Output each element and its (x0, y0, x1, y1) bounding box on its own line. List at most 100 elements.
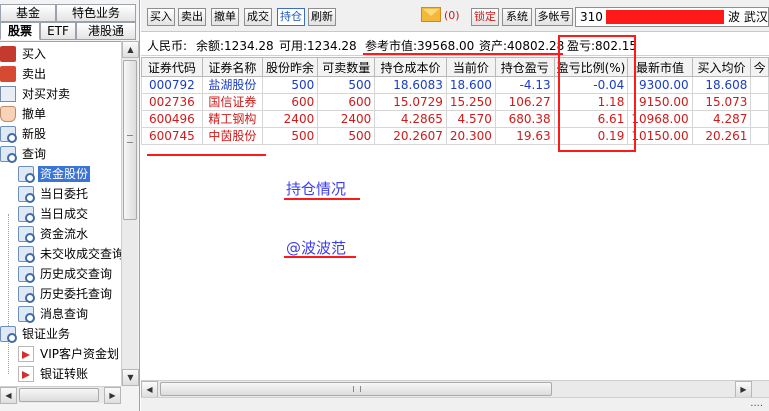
cell-name: 中茵股份 (201, 127, 263, 145)
cell-price: 4.570 (445, 110, 496, 128)
currency-label: 人民币: (147, 39, 188, 53)
tree-item-label: 新股 (22, 127, 47, 141)
column-header[interactable]: 持仓盈亏 (494, 57, 555, 77)
cell-price: 15.250 (445, 93, 496, 111)
cell-avg-buy: 15.073 (691, 93, 752, 111)
tab-special-business[interactable]: 特色业务 (56, 4, 136, 22)
cell-extra (750, 93, 769, 111)
cell-sellable: 500 (317, 76, 376, 94)
table-horizontal-scrollbar[interactable]: ◀ ▶ (141, 380, 769, 398)
cell-market: 9300.00 (627, 76, 693, 94)
scroll-thumb[interactable] (19, 388, 99, 402)
security-names-underline (147, 154, 266, 156)
account-prefix: 310 (580, 10, 603, 24)
mail-icon[interactable] (421, 7, 441, 22)
column-header[interactable]: 持仓成本价 (374, 57, 447, 77)
cell-code: 002736 (141, 93, 203, 111)
tree-item-label: 资金股份 (38, 166, 91, 182)
table-row[interactable]: 002736 国信证券 600 600 15.0729 15.250 106.2… (141, 93, 769, 111)
arrow-icon (18, 346, 34, 362)
tab-etf[interactable]: ETF (40, 22, 76, 40)
cell-prev-qty: 600 (261, 93, 319, 111)
cell-name: 国信证券 (201, 93, 263, 111)
cell-cost: 15.0729 (374, 93, 447, 111)
scroll-right-arrow-icon[interactable]: ▶ (735, 381, 752, 398)
search-doc-icon (0, 326, 17, 343)
mail-count: (0) (444, 9, 460, 22)
scroll-down-arrow-icon[interactable]: ▼ (122, 369, 139, 386)
search-doc-icon (18, 206, 35, 223)
lock-button[interactable]: 锁定 (471, 8, 499, 26)
system-button[interactable]: 系统 (502, 8, 532, 26)
scroll-up-arrow-icon[interactable]: ▲ (122, 41, 139, 58)
cell-prev-qty: 2400 (261, 110, 319, 128)
column-header[interactable]: 证券代码 (141, 57, 203, 77)
holdings-annotation: 持仓情况 (286, 180, 347, 198)
tab-fund[interactable]: 基金 (0, 4, 56, 22)
trades-button[interactable]: 成交 (244, 8, 272, 26)
holdings-table-container: 证券代码 证券名称 股份昨余 可卖数量 持仓成本价 当前价 持仓盈亏 盈亏比例(… (141, 57, 769, 380)
account-select[interactable]: 310 波 武汉沿 (575, 7, 769, 27)
column-header[interactable]: 当前价 (445, 57, 496, 77)
balance-value: 余额:1234.28 (196, 39, 274, 53)
table-row[interactable]: 600496 精工钢构 2400 2400 4.2865 4.570 680.3… (141, 110, 769, 128)
buy-button[interactable]: 买入 (147, 8, 175, 26)
holdings-button[interactable]: 持仓 (277, 8, 305, 26)
search-doc-icon (18, 306, 35, 323)
column-header[interactable]: 股份昨余 (261, 57, 319, 77)
scroll-thumb[interactable] (123, 60, 137, 220)
scroll-left-arrow-icon[interactable]: ◀ (141, 381, 158, 398)
tab-stocks[interactable]: 股票 (0, 22, 40, 40)
cell-pl: 106.27 (494, 93, 555, 111)
search-doc-icon (18, 286, 35, 303)
column-header[interactable]: 今 (750, 57, 769, 77)
cell-market: 9150.00 (627, 93, 693, 111)
refresh-button[interactable]: 刷新 (308, 8, 336, 26)
scroll-right-arrow-icon[interactable]: ▶ (104, 387, 121, 404)
cell-sellable: 600 (317, 93, 376, 111)
holdings-table: 证券代码 证券名称 股份昨余 可卖数量 持仓成本价 当前价 持仓盈亏 盈亏比例(… (141, 57, 769, 145)
scroll-left-arrow-icon[interactable]: ◀ (0, 387, 17, 404)
column-header[interactable]: 最新市值 (627, 57, 693, 77)
toolbar: 买入 卖出 撤单 成交 持仓 刷新 (0) 锁定 系统 多帐号 310 波 武汉… (141, 0, 769, 32)
cell-cost: 20.2607 (374, 127, 447, 145)
column-header[interactable]: 可卖数量 (317, 57, 376, 77)
tree-item-label: 银证转账 (40, 367, 89, 381)
tree-item-label: 未交收成交查询 (40, 247, 121, 261)
column-header[interactable]: 买入均价 (691, 57, 752, 77)
status-link[interactable]: .... (750, 398, 763, 409)
tree-horizontal-scrollbar[interactable]: ◀ ▶ (0, 386, 121, 404)
cell-code: 000792 (141, 76, 203, 94)
tree-item-label: 卖出 (22, 67, 47, 81)
sidebar: 基金 特色业务 股票 ETF 港股通 买入 卖出 对买对卖 撤单 新股 查询 资… (0, 0, 140, 411)
cell-price: 18.600 (445, 76, 496, 94)
cell-extra (750, 76, 769, 94)
table-row[interactable]: 600745 中茵股份 500 500 20.2607 20.300 19.63… (141, 127, 769, 145)
profit-loss-highlight-box (558, 35, 636, 152)
cancel-hand-icon (0, 106, 16, 122)
search-doc-icon (18, 166, 35, 183)
sell-button[interactable]: 卖出 (178, 8, 206, 26)
tree-item-label: 当日委托 (40, 187, 89, 201)
cell-sellable: 500 (317, 127, 376, 145)
column-header[interactable]: 证券名称 (201, 57, 263, 77)
scroll-thumb[interactable] (160, 382, 552, 396)
cancel-order-button[interactable]: 撤单 (211, 8, 239, 26)
cell-avg-buy: 4.287 (691, 110, 752, 128)
cell-price: 20.300 (445, 127, 496, 145)
tree-guide-line (8, 214, 9, 374)
multi-account-button[interactable]: 多帐号 (535, 8, 573, 26)
tree-item-label: 银证业务 (22, 327, 71, 341)
tree-vertical-scrollbar[interactable]: ▲ ▼ (121, 41, 139, 386)
function-tree: 买入 卖出 对买对卖 撤单 新股 查询 资金股份 当日委托 当日成交 资金流水 … (0, 41, 121, 386)
search-doc-icon (18, 266, 35, 283)
tab-hk-connect[interactable]: 港股通 (76, 22, 136, 40)
cell-market: 10968.00 (627, 110, 693, 128)
cell-avg-buy: 20.261 (691, 127, 752, 145)
sell-icon (0, 66, 16, 82)
search-doc-icon (18, 246, 35, 263)
table-row[interactable]: 000792 盐湖股份 500 500 18.6083 18.600 -4.13… (141, 76, 769, 94)
author-annotation-underline (284, 256, 356, 258)
search-doc-icon (0, 126, 17, 143)
grip-icon (127, 135, 133, 143)
